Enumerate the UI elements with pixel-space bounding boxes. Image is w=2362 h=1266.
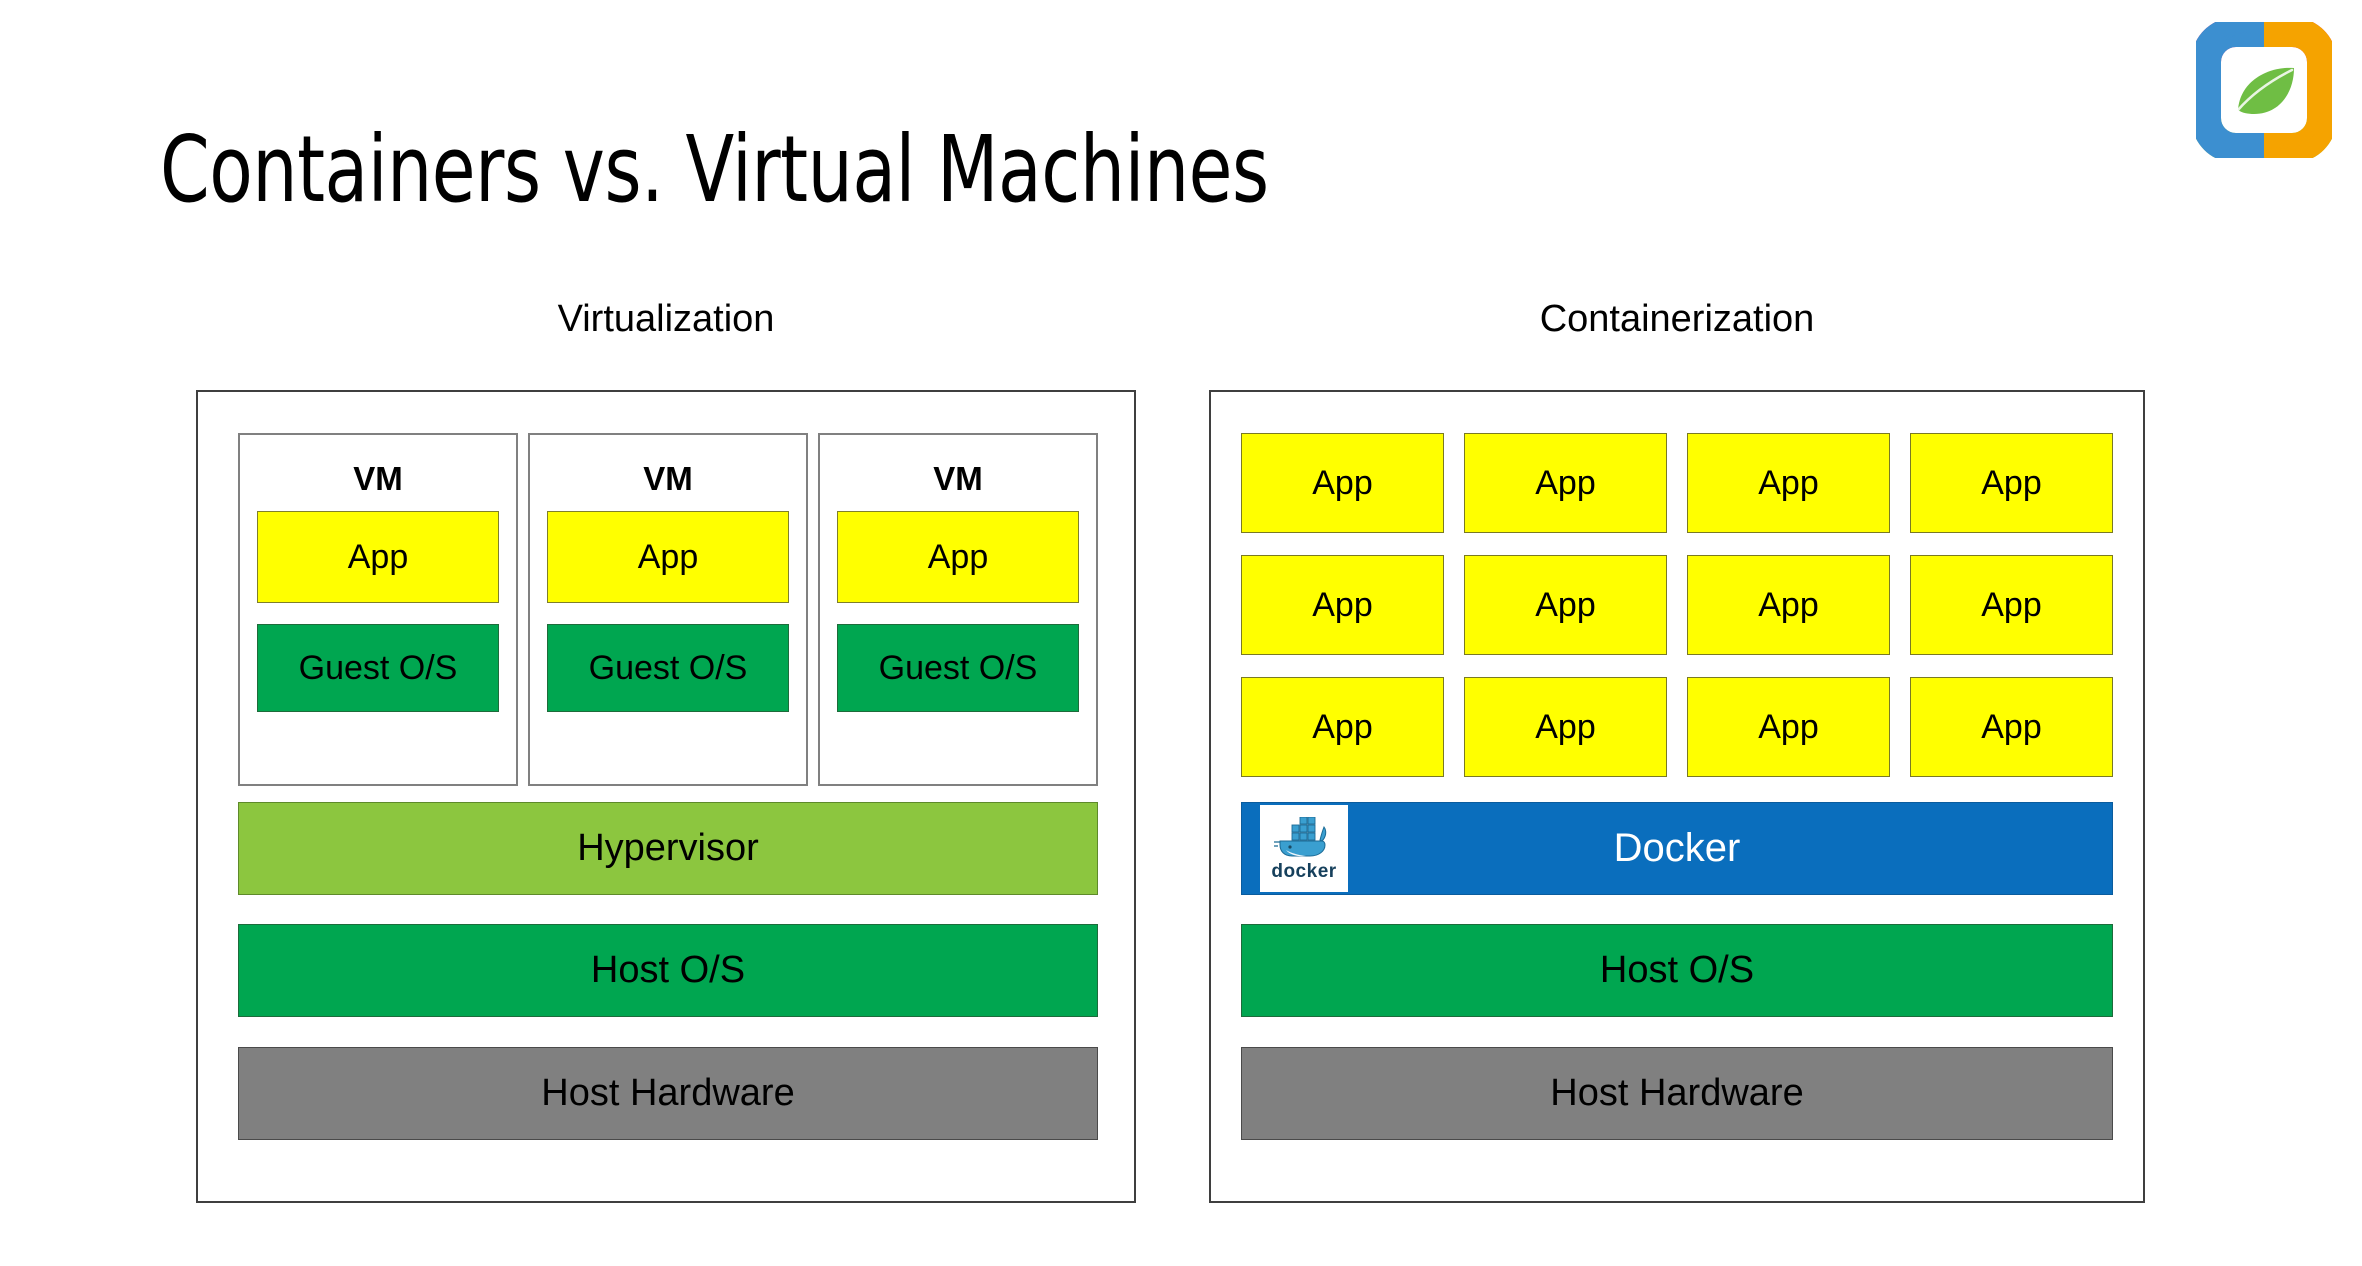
docker-logo-tile: docker <box>1260 805 1348 892</box>
docker-wordmark: docker <box>1271 860 1337 882</box>
brand-logo <box>2196 22 2332 158</box>
app-cell: App <box>1687 677 1890 777</box>
app-cell: App <box>1241 433 1444 533</box>
docker-bar-label: Docker <box>1613 826 1741 870</box>
vm-label: VM <box>353 460 403 497</box>
app-cell: App <box>1910 555 2113 655</box>
containerization-heading: Containerization <box>1539 298 1815 340</box>
host-os-bar-left: Host O/S <box>238 924 1098 1017</box>
vm-label: VM <box>933 460 983 497</box>
app-cell: App <box>1687 433 1890 533</box>
app-cell: App <box>1464 555 1667 655</box>
vm-label: VM <box>643 460 693 497</box>
vm-row: VM App Guest O/S VM App Guest O/S VM App… <box>238 433 1098 786</box>
containerization-panel: App App App App App App App App App App … <box>1209 390 2145 1203</box>
page-title: Containers vs. Virtual Machines <box>160 116 1269 223</box>
app-cell: App <box>1464 433 1667 533</box>
app-cell: App <box>1687 555 1890 655</box>
app-cell: App <box>1241 555 1444 655</box>
app-grid: App App App App App App App App App App … <box>1241 433 2113 777</box>
hypervisor-bar: Hypervisor <box>238 802 1098 895</box>
app-cell: App <box>1464 677 1667 777</box>
app-cell: App <box>1910 433 2113 533</box>
vm-guest-os-box: Guest O/S <box>257 624 499 712</box>
app-cell: App <box>1910 677 2113 777</box>
virtualization-panel: VM App Guest O/S VM App Guest O/S VM App… <box>196 390 1136 1203</box>
vm-guest-os-box: Guest O/S <box>547 624 789 712</box>
leaf-icon <box>2236 67 2294 114</box>
app-cell: App <box>1241 677 1444 777</box>
virtualization-heading: Virtualization <box>557 298 775 340</box>
vm-box: VM App Guest O/S <box>818 433 1098 786</box>
docker-whale-icon <box>1274 816 1327 856</box>
vm-guest-os-box: Guest O/S <box>837 624 1079 712</box>
docker-bar: Docker docker <box>1241 802 2113 895</box>
vm-app-box: App <box>837 511 1079 603</box>
host-os-bar-right: Host O/S <box>1241 924 2113 1017</box>
vm-box: VM App Guest O/S <box>238 433 518 786</box>
vm-box: VM App Guest O/S <box>528 433 808 786</box>
vm-app-box: App <box>257 511 499 603</box>
host-hardware-bar-left: Host Hardware <box>238 1047 1098 1140</box>
host-hardware-bar-right: Host Hardware <box>1241 1047 2113 1140</box>
vm-app-box: App <box>547 511 789 603</box>
